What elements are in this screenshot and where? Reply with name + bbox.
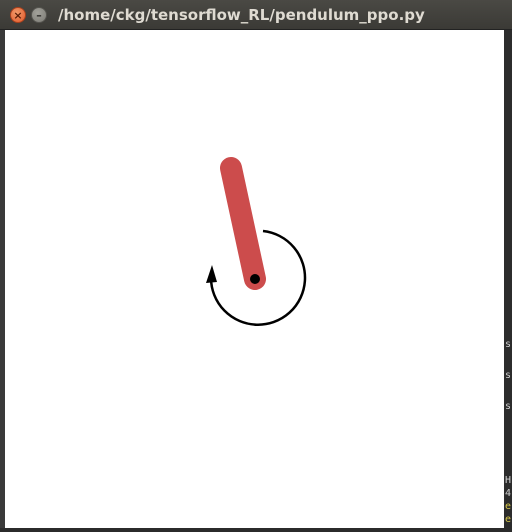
terminal-char: H [505, 475, 512, 486]
terminal-char: s [505, 339, 512, 350]
background-terminal-strip: s s s H 4 e e [504, 30, 512, 528]
terminal-char: e [505, 501, 512, 512]
title-bar: × – /home/ckg/tensorflow_RL/pendulum_ppo… [0, 0, 512, 30]
pendulum-pole [220, 157, 266, 290]
render-canvas [5, 30, 504, 528]
terminal-char: 4 [505, 488, 512, 499]
minimize-icon: – [36, 8, 42, 22]
minimize-button[interactable]: – [31, 7, 47, 23]
terminal-char: e [505, 514, 512, 525]
terminal-char: s [505, 370, 512, 381]
pendulum-pivot [250, 274, 260, 284]
torque-arrowhead-icon [206, 265, 217, 283]
close-icon: × [13, 8, 23, 22]
terminal-char: s [505, 401, 512, 412]
window-title: /home/ckg/tensorflow_RL/pendulum_ppo.py [58, 6, 425, 24]
pendulum-scene [206, 157, 307, 326]
close-button[interactable]: × [10, 7, 26, 23]
